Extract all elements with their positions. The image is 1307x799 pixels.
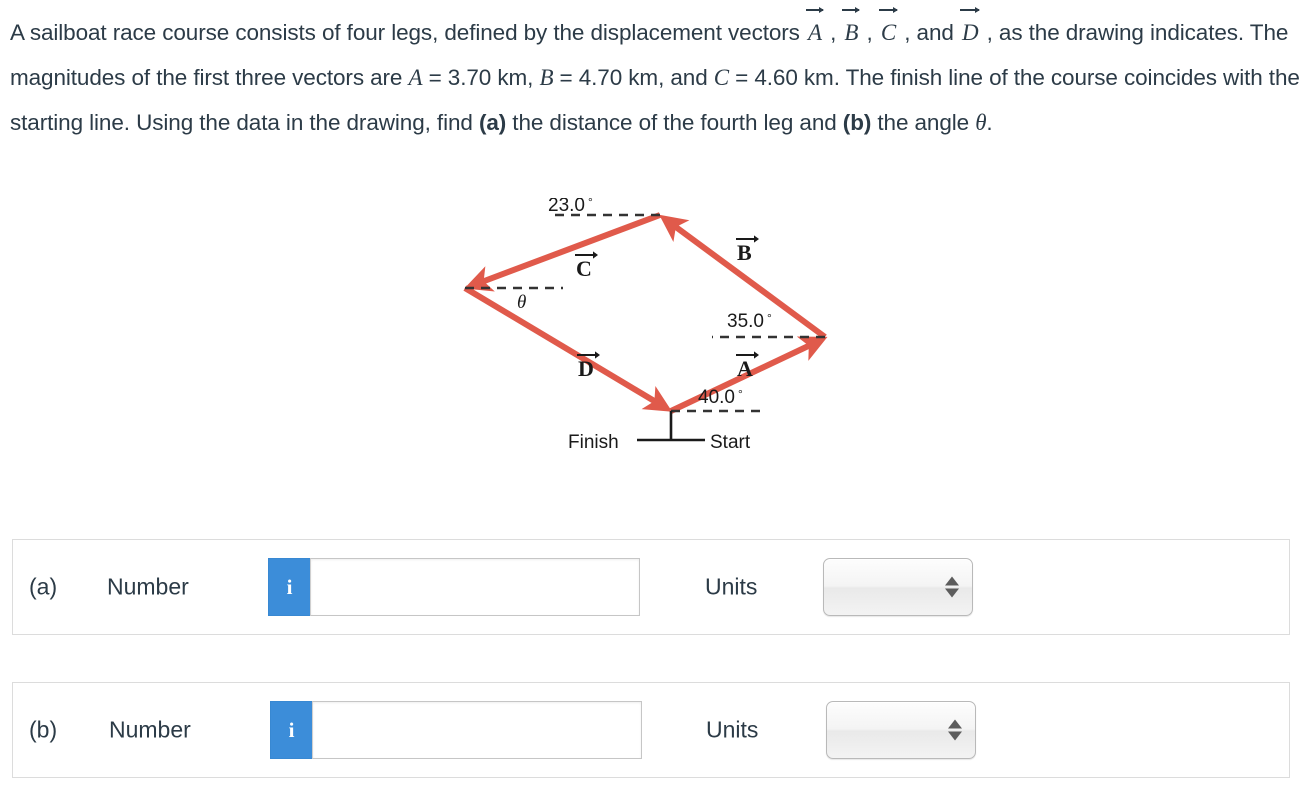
vector-label-C: C bbox=[575, 251, 598, 281]
units-select-a[interactable] bbox=[823, 558, 973, 616]
part-b-text: the angle bbox=[871, 110, 976, 135]
question-line-4: Using the data in the drawing, find bbox=[136, 110, 479, 135]
info-icon[interactable]: i bbox=[270, 701, 312, 759]
start-label: Start bbox=[710, 432, 751, 453]
vector-D-symbol: D bbox=[959, 7, 981, 44]
angle-degree-23: ° bbox=[588, 198, 593, 209]
part-a-text: the distance of the fourth leg and bbox=[506, 110, 843, 135]
part-a-marker: (a) bbox=[478, 110, 507, 135]
angle-degree-35: ° bbox=[767, 311, 772, 325]
svg-text:D: D bbox=[578, 356, 594, 381]
number-label-b: Number bbox=[109, 716, 191, 743]
answer-number-input-b[interactable] bbox=[312, 701, 642, 759]
units-select-b[interactable] bbox=[826, 701, 976, 759]
vector-C-symbol: C bbox=[878, 7, 899, 44]
variable-B: B bbox=[539, 65, 554, 90]
vector-A-symbol: A bbox=[805, 7, 824, 44]
svg-text:B: B bbox=[737, 240, 752, 265]
answer-number-input-a[interactable] bbox=[310, 558, 640, 616]
answer-panel-a: (a) Number i Units bbox=[12, 539, 1290, 635]
vector-diagram-figure: 23.0 ° θ 35.0 ° 40.0 ° A B C D Finish St… bbox=[440, 198, 860, 473]
units-label-a: Units bbox=[705, 573, 758, 600]
question-statement: A sailboat race course consists of four … bbox=[10, 7, 1300, 145]
angle-label-40: 40.0 bbox=[698, 387, 735, 408]
vector-D-arrow bbox=[463, 285, 673, 412]
magnitude-B: = 4.70 km, and bbox=[553, 65, 714, 90]
svg-text:C: C bbox=[576, 256, 592, 281]
vector-label-A: A bbox=[736, 351, 759, 381]
svg-text:A: A bbox=[737, 356, 753, 381]
vector-B-symbol: B bbox=[842, 7, 861, 44]
info-icon[interactable]: i bbox=[268, 558, 310, 616]
units-label-b: Units bbox=[706, 716, 759, 743]
theta-symbol: θ bbox=[975, 110, 987, 135]
vector-C-arrow bbox=[464, 212, 662, 292]
answer-row-label-a: (a) bbox=[29, 573, 58, 600]
magnitude-A: = 3.70 km, bbox=[422, 65, 540, 90]
answer-row-label-b: (b) bbox=[29, 716, 58, 743]
answer-entry-group-a: i bbox=[268, 558, 640, 616]
angle-label-35: 35.0 bbox=[727, 311, 764, 332]
answer-entry-group-b: i bbox=[270, 701, 642, 759]
answer-panel-b: (b) Number i Units bbox=[12, 682, 1290, 778]
part-b-marker: (b) bbox=[842, 110, 872, 135]
sentence-period: . bbox=[986, 110, 993, 135]
angle-degree-40: ° bbox=[738, 387, 743, 401]
number-label-a: Number bbox=[107, 573, 189, 600]
select-stepper-icon bbox=[945, 576, 959, 598]
question-line-1: A sailboat race course consists of four … bbox=[10, 20, 806, 45]
vector-label-B: B bbox=[736, 235, 759, 265]
select-stepper-icon bbox=[948, 719, 962, 741]
angle-label-23: 23.0 bbox=[548, 198, 585, 216]
finish-label: Finish bbox=[568, 432, 619, 453]
angle-label-theta: θ bbox=[517, 292, 526, 313]
variable-C: C bbox=[713, 65, 730, 90]
variable-A: A bbox=[408, 65, 423, 90]
